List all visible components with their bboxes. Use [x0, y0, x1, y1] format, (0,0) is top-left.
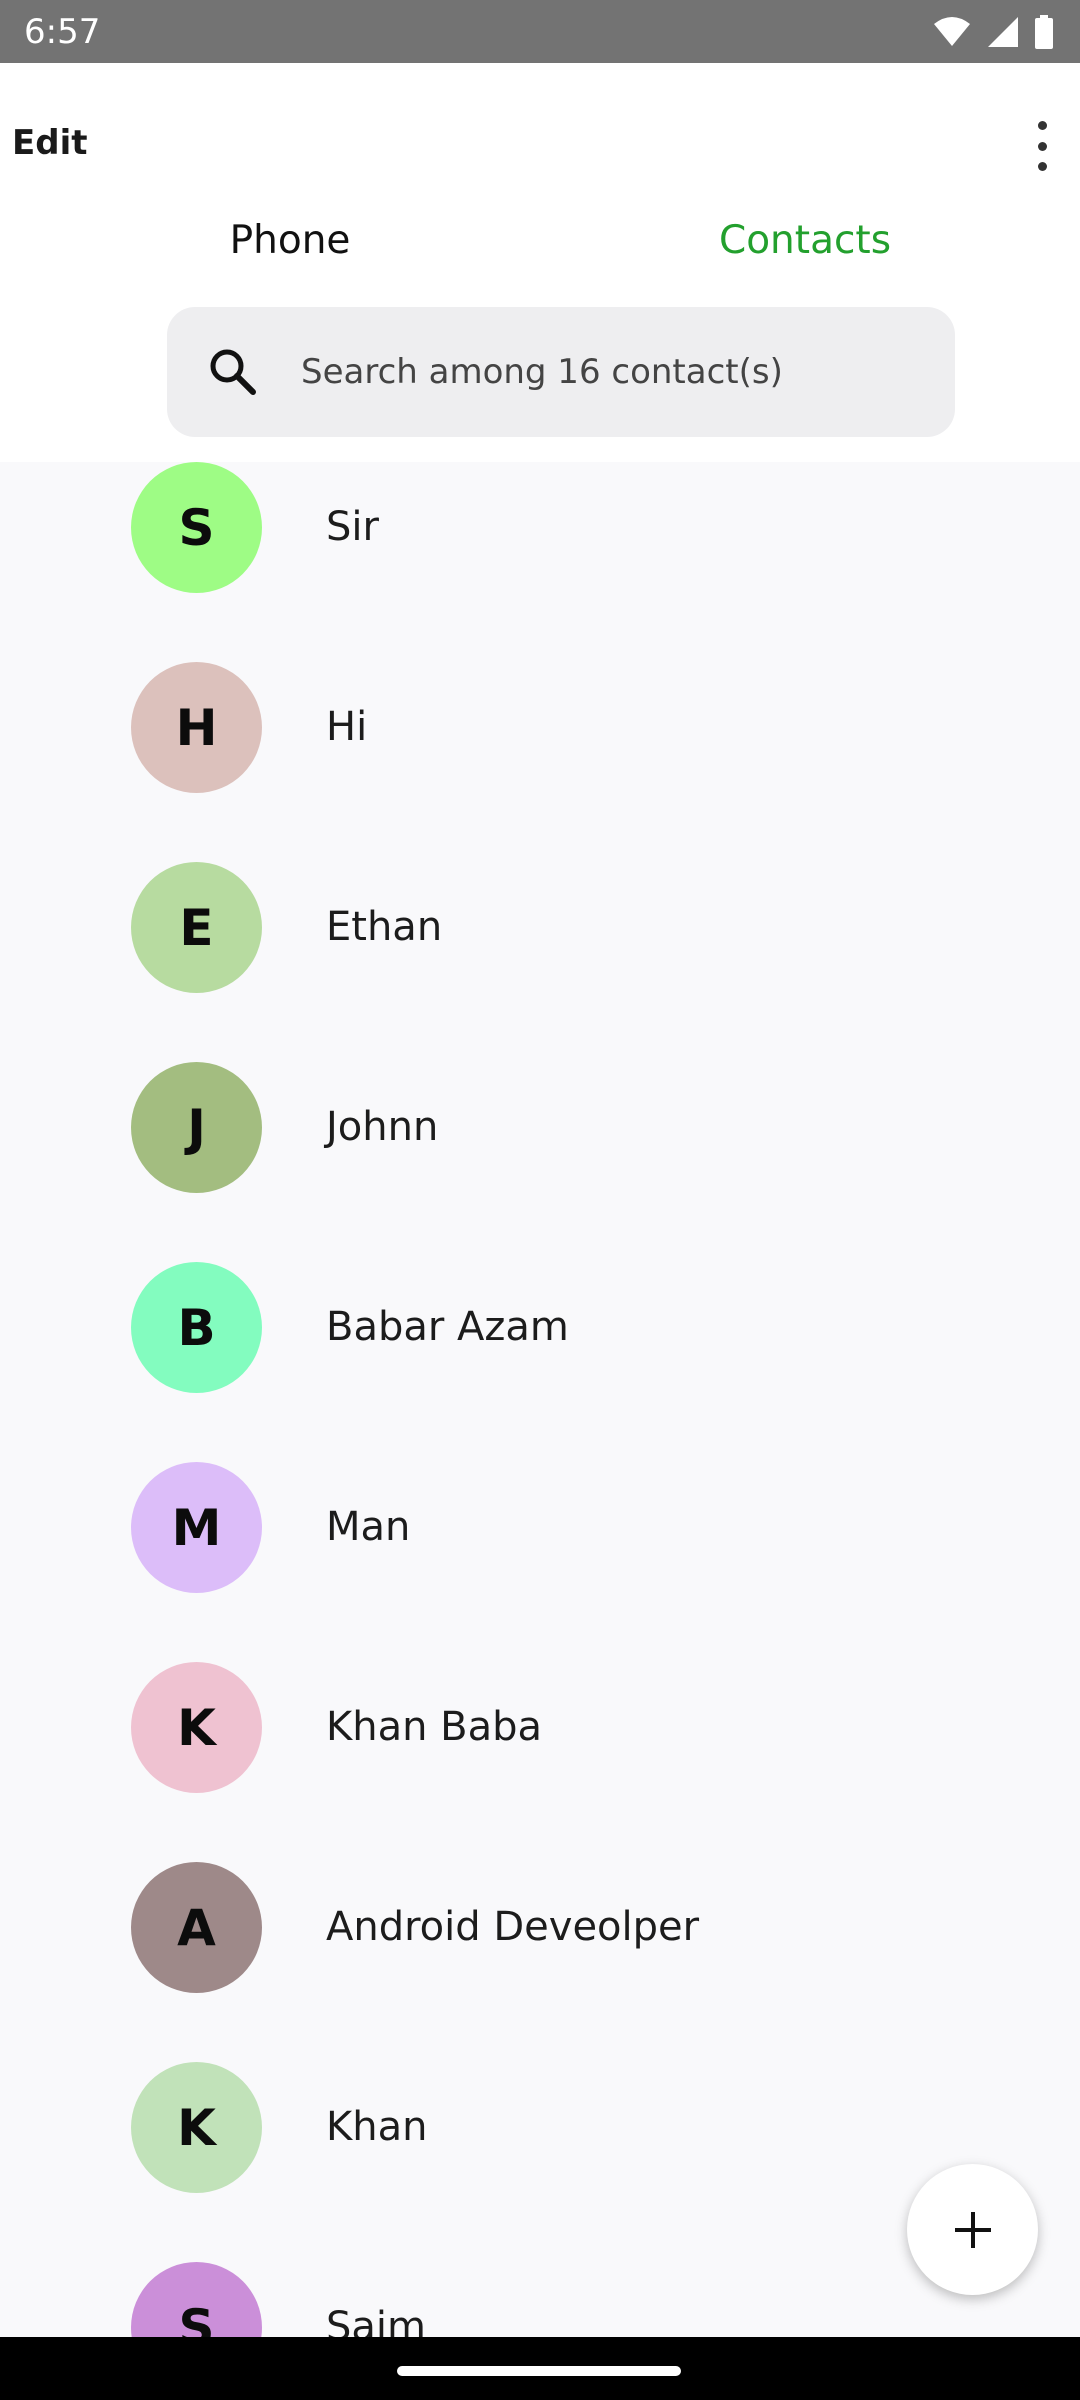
- contact-item[interactable]: J Johnn: [0, 1062, 1080, 1262]
- plus-icon: [954, 2211, 991, 2248]
- tab-bar: Phone Contacts: [0, 218, 1080, 288]
- tab-contacts[interactable]: Contacts: [535, 218, 1075, 263]
- contact-list: S Sir H Hi E Ethan J Johnn B Babar Azam …: [0, 462, 1080, 2337]
- contact-item[interactable]: S Saim: [0, 2262, 1080, 2337]
- contact-name: Ethan: [326, 904, 443, 950]
- contact-name: Man: [326, 1504, 411, 1550]
- app-bar: Edit: [0, 63, 1080, 233]
- status-time: 6:57: [24, 11, 101, 52]
- avatar: B: [131, 1262, 262, 1393]
- contact-name: Saim: [326, 2304, 426, 2337]
- navigation-bar: [0, 2337, 1080, 2400]
- tab-phone[interactable]: Phone: [20, 218, 560, 263]
- status-icons: [932, 14, 1054, 49]
- signal-icon: [988, 16, 1018, 47]
- add-contact-button[interactable]: [907, 2164, 1038, 2295]
- contact-item[interactable]: H Hi: [0, 662, 1080, 862]
- more-dot: [1037, 121, 1047, 130]
- avatar: J: [131, 1062, 262, 1193]
- contact-item[interactable]: K Khan Baba: [0, 1662, 1080, 1862]
- more-dot: [1037, 162, 1047, 171]
- contact-name: Sir: [326, 504, 379, 550]
- search-bar[interactable]: Search among 16 contact(s): [167, 307, 955, 437]
- more-options-icon[interactable]: [1024, 121, 1060, 171]
- edit-button[interactable]: Edit: [12, 123, 87, 163]
- avatar: E: [131, 862, 262, 993]
- contact-item[interactable]: M Man: [0, 1462, 1080, 1662]
- search-input[interactable]: Search among 16 contact(s): [301, 352, 783, 392]
- avatar: K: [131, 1662, 262, 1793]
- avatar: M: [131, 1462, 262, 1593]
- contact-name: Android Deveolper: [326, 1904, 700, 1950]
- more-dot: [1037, 141, 1047, 151]
- avatar: A: [131, 1862, 262, 1993]
- home-gesture-handle[interactable]: [397, 2366, 681, 2376]
- search-icon: [210, 349, 256, 395]
- contact-name: Khan Baba: [326, 1704, 543, 1750]
- contact-item[interactable]: S Sir: [0, 462, 1080, 662]
- contact-name: Khan: [326, 2104, 428, 2150]
- battery-icon: [1035, 14, 1053, 49]
- contact-item[interactable]: E Ethan: [0, 862, 1080, 1062]
- wifi-icon: [934, 16, 970, 46]
- contact-name: Hi: [326, 704, 368, 750]
- contact-name: Johnn: [326, 1104, 439, 1150]
- avatar: S: [131, 462, 262, 593]
- avatar: S: [131, 2262, 262, 2337]
- contact-item[interactable]: B Babar Azam: [0, 1262, 1080, 1462]
- avatar: H: [131, 662, 262, 793]
- avatar: K: [131, 2062, 262, 2193]
- status-bar: 6:57: [0, 0, 1080, 63]
- contact-item[interactable]: A Android Deveolper: [0, 1862, 1080, 2062]
- contact-name: Babar Azam: [326, 1304, 569, 1350]
- contacts-screen: 6:57 Edit Phone Contacts Search among 16…: [0, 0, 1080, 2400]
